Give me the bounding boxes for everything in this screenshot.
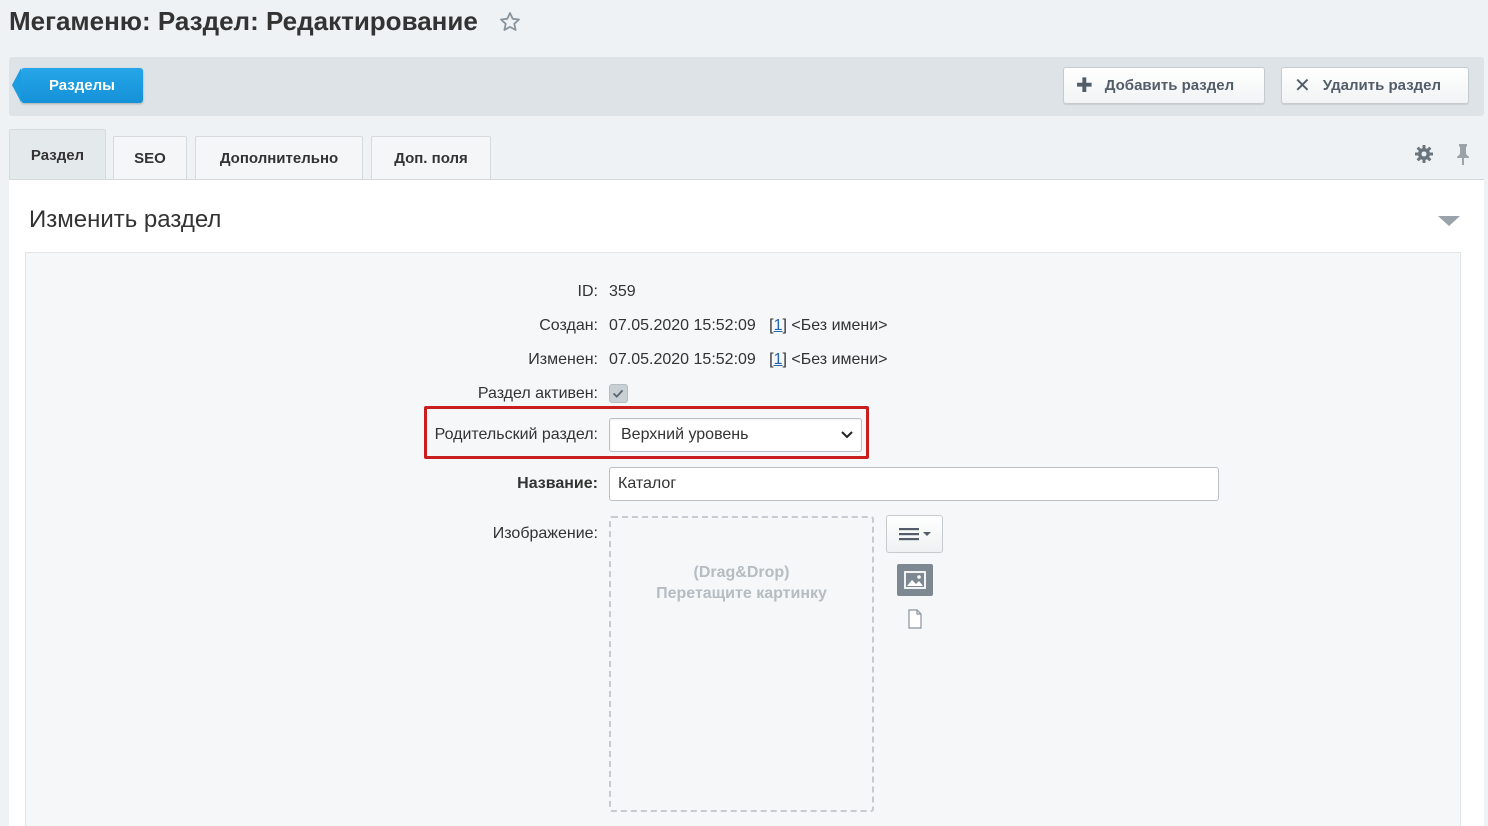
created-label: Создан:	[539, 317, 598, 334]
active-checkbox[interactable]	[609, 384, 628, 403]
menu-icon	[898, 528, 931, 541]
modified-value: 07.05.2020 15:52:09 [1] <Без имени>	[609, 351, 888, 368]
add-section-label: Добавить раздел	[1104, 77, 1235, 94]
picture-icon	[904, 571, 926, 589]
image-menu-button[interactable]	[886, 515, 943, 553]
page-title-text: Мегаменю: Раздел: Редактирование	[9, 6, 478, 36]
parent-section-label: Родительский раздел:	[434, 426, 598, 443]
id-label: ID:	[577, 283, 598, 300]
created-value: 07.05.2020 15:52:09 [1] <Без имени>	[609, 317, 888, 334]
star-icon[interactable]	[498, 10, 522, 34]
sections-back-button[interactable]: Разделы	[12, 68, 143, 103]
page-title: Мегаменю: Раздел: Редактирование	[9, 6, 522, 37]
delete-section-button[interactable]: ✕ Удалить раздел	[1281, 67, 1469, 104]
image-dropzone[interactable]: (Drag&Drop) Перетащите картинку	[609, 516, 874, 812]
tab-section[interactable]: Раздел	[9, 129, 106, 180]
tab-additional[interactable]: Дополнительно	[195, 136, 363, 179]
gear-icon[interactable]	[1414, 144, 1434, 164]
created-user-link[interactable]: 1	[774, 317, 783, 334]
close-icon: ✕	[1294, 74, 1311, 97]
chevron-down-icon	[841, 431, 853, 439]
tab-label: Доп. поля	[394, 149, 468, 167]
modified-user-name: <Без имени>	[791, 351, 888, 368]
tab-extra-fields[interactable]: Доп. поля	[371, 136, 491, 179]
modified-label: Изменен:	[528, 351, 598, 368]
created-user-name: <Без имени>	[791, 317, 888, 334]
dropzone-line-2: Перетащите картинку	[656, 585, 827, 602]
parent-section-value: Верхний уровень	[621, 426, 749, 443]
plus-icon: ✚	[1076, 74, 1093, 97]
add-section-button[interactable]: ✚ Добавить раздел	[1063, 67, 1265, 104]
delete-section-label: Удалить раздел	[1322, 77, 1442, 94]
image-upload-icon[interactable]	[897, 564, 933, 596]
toolbar: Разделы ✚ Добавить раздел ✕ Удалить разд…	[9, 57, 1484, 116]
pin-icon[interactable]	[1454, 142, 1472, 166]
file-icon[interactable]	[907, 609, 923, 629]
active-label: Раздел активен:	[477, 385, 598, 402]
created-date: 07.05.2020 15:52:09	[609, 317, 756, 334]
parent-section-select[interactable]: Верхний уровень	[609, 418, 862, 452]
tab-label: Раздел	[30, 146, 85, 164]
image-label: Изображение:	[492, 525, 598, 542]
dropzone-text: (Drag&Drop) Перетащите картинку	[611, 562, 872, 604]
dropzone-line-1: (Drag&Drop)	[693, 564, 790, 581]
tab-label: Дополнительно	[219, 149, 339, 167]
card-title: Изменить раздел	[29, 206, 222, 233]
sections-back-label: Разделы	[49, 77, 115, 94]
tab-label: SEO	[134, 149, 166, 167]
tab-seo[interactable]: SEO	[113, 136, 187, 179]
modified-date: 07.05.2020 15:52:09	[609, 351, 756, 368]
check-icon	[612, 389, 624, 398]
collapse-triangle-icon[interactable]	[1438, 216, 1460, 226]
id-value: 359	[609, 283, 636, 300]
name-label: Название:	[517, 475, 598, 492]
modified-user-link[interactable]: 1	[774, 351, 783, 368]
name-input[interactable]: Каталог	[609, 467, 1219, 501]
